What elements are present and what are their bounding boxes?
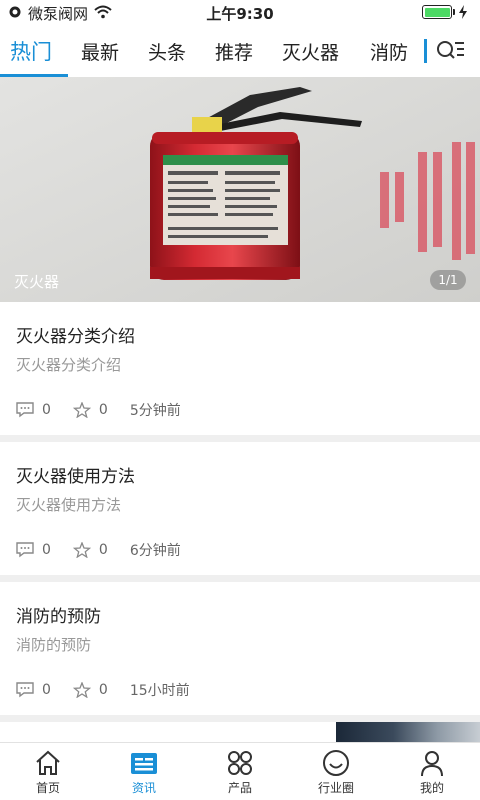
news-title: 灭火器使用方法 bbox=[16, 467, 135, 487]
news-summary: 灭火器分类介绍 bbox=[16, 356, 122, 374]
nav-label: 行业圈 bbox=[317, 781, 354, 795]
tab-fire-extinguisher[interactable]: 灭火器 bbox=[282, 38, 339, 65]
smiley-icon bbox=[323, 750, 349, 776]
home-icon bbox=[36, 750, 60, 775]
comment-count: 0 bbox=[42, 542, 51, 558]
tab-hot[interactable]: 热门 bbox=[10, 36, 52, 66]
tab-latest[interactable]: 最新 bbox=[81, 38, 119, 65]
grid-icon bbox=[228, 751, 252, 775]
news-separator bbox=[0, 435, 480, 442]
news-separator bbox=[0, 575, 480, 582]
news-summary: 灭火器使用方法 bbox=[16, 496, 122, 514]
status-bar: 微泵阀网 上午9:30 bbox=[0, 0, 480, 24]
search-menu-icon[interactable] bbox=[436, 38, 466, 64]
nav-label: 我的 bbox=[419, 781, 444, 795]
star-count: 0 bbox=[98, 402, 108, 418]
comment-icon bbox=[16, 402, 34, 418]
battery-icon bbox=[422, 5, 468, 19]
news-item-3[interactable]: 消防的预防 消防的预防 0 0 15小时前 bbox=[0, 582, 480, 715]
star-icon bbox=[72, 682, 91, 698]
news-separator bbox=[0, 715, 480, 722]
fire-extinguisher-image bbox=[0, 77, 480, 302]
news-time: 15小时前 bbox=[129, 683, 190, 699]
star-icon bbox=[72, 402, 91, 418]
nav-mine[interactable]: 我的 bbox=[384, 743, 480, 800]
hero-caption: 灭火器 bbox=[14, 273, 60, 291]
comment-count: 0 bbox=[42, 682, 51, 698]
hero-banner[interactable]: 灭火器 1/1 bbox=[0, 77, 480, 302]
news-title: 灭火器分类介绍 bbox=[16, 327, 135, 347]
comment-icon bbox=[16, 682, 34, 698]
nav-products[interactable]: 产品 bbox=[192, 743, 288, 800]
status-time: 上午9:30 bbox=[206, 5, 274, 23]
hero-pager: 1/1 bbox=[430, 270, 466, 290]
news-meta: 0 0 6分钟前 bbox=[16, 540, 181, 560]
nav-label: 产品 bbox=[227, 781, 252, 795]
nav-industry-circle[interactable]: 行业圈 bbox=[288, 743, 384, 800]
person-icon bbox=[421, 751, 443, 777]
nav-label: 首页 bbox=[35, 781, 60, 795]
next-item-thumbnail[interactable] bbox=[336, 722, 480, 742]
news-item-1[interactable]: 灭火器分类介绍 灭火器分类介绍 0 0 5分钟前 bbox=[0, 302, 480, 435]
news-time: 6分钟前 bbox=[129, 543, 181, 559]
nav-news[interactable]: 资讯 bbox=[96, 743, 192, 800]
news-icon bbox=[131, 753, 157, 774]
news-title: 消防的预防 bbox=[16, 607, 101, 627]
news-item-2[interactable]: 灭火器使用方法 灭火器使用方法 0 0 6分钟前 bbox=[0, 442, 480, 575]
tab-fire-protection[interactable]: 消防 bbox=[370, 38, 408, 65]
nav-label: 资讯 bbox=[131, 781, 156, 795]
bottom-navigation: 首页 资讯 产品 行业圈 我的 bbox=[0, 742, 480, 800]
news-time: 5分钟前 bbox=[129, 403, 181, 419]
comment-count: 0 bbox=[42, 402, 51, 418]
tab-headlines[interactable]: 头条 bbox=[148, 38, 186, 65]
star-count: 0 bbox=[98, 682, 108, 698]
news-summary: 消防的预防 bbox=[16, 636, 92, 654]
tab-divider bbox=[424, 39, 427, 63]
comment-icon bbox=[16, 542, 34, 558]
star-count: 0 bbox=[98, 542, 108, 558]
news-meta: 0 0 5分钟前 bbox=[16, 400, 181, 420]
category-tab-bar: 热门 最新 头条 推荐 灭火器 消防 bbox=[0, 24, 480, 77]
tab-recommended[interactable]: 推荐 bbox=[215, 38, 253, 65]
star-icon bbox=[72, 542, 91, 558]
news-meta: 0 0 15小时前 bbox=[16, 680, 190, 700]
nav-home[interactable]: 首页 bbox=[0, 743, 96, 800]
